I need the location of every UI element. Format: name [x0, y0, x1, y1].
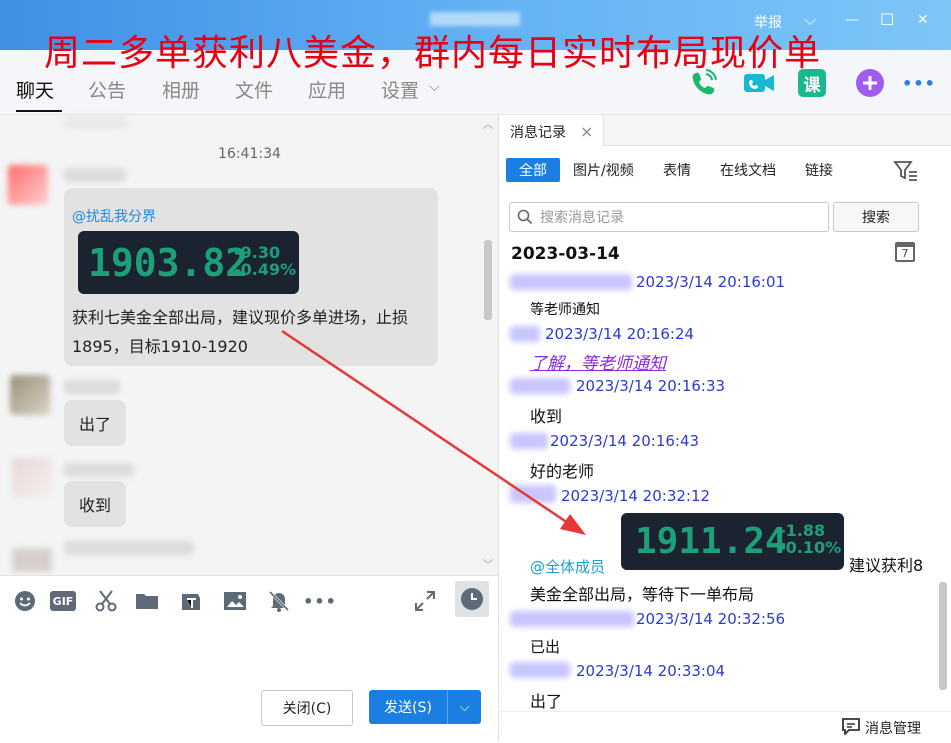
- chat-timestamp: 16:41:34: [218, 146, 281, 162]
- ticker-change: -1.88: [779, 521, 826, 540]
- entry-text: 了解，等老师通知: [530, 354, 666, 374]
- history-scrollbar[interactable]: [939, 582, 947, 690]
- filter-media[interactable]: 图片/视频: [573, 158, 634, 182]
- search-icon: [517, 209, 533, 225]
- more-tools-icon[interactable]: •••: [303, 588, 336, 614]
- filter-emoji[interactable]: 表情: [663, 158, 691, 182]
- add-app-icon[interactable]: [853, 66, 887, 100]
- sender-name-blurred: [64, 463, 134, 477]
- message-bubble[interactable]: 出了: [64, 400, 126, 446]
- avatar[interactable]: [12, 548, 52, 572]
- entry-time: 2023/3/14 20:16:33: [576, 377, 726, 395]
- teacher-text-line2: 美金全部出局，等待下一单布局: [530, 585, 755, 604]
- sender-name-blurred: [510, 274, 632, 290]
- sender-name-blurred: [510, 611, 634, 627]
- calendar-icon[interactable]: 7: [895, 242, 915, 262]
- entry-text: 已出: [530, 638, 561, 656]
- tab-chat[interactable]: 聊天: [16, 76, 54, 103]
- active-tab-underline: [16, 110, 62, 112]
- folder-icon[interactable]: [134, 588, 160, 614]
- sender-name-blurred: [510, 378, 570, 394]
- sender-name-blurred: [64, 380, 120, 394]
- history-date: 2023-03-14: [511, 244, 620, 264]
- message-text-line1: 获利七美金全部出局，建议现价多单进场，止损: [72, 308, 409, 327]
- tab-settings[interactable]: 设置: [381, 76, 419, 103]
- entry-time: 2023/3/14 20:16:01: [636, 273, 786, 291]
- avatar[interactable]: [10, 375, 50, 415]
- history-clock-icon[interactable]: [455, 581, 489, 617]
- sender-name-blurred: [510, 485, 556, 503]
- tab-announcement[interactable]: 公告: [88, 76, 126, 103]
- sender-name-blurred: [510, 662, 570, 678]
- settings-caret-icon[interactable]: ⌵: [429, 79, 440, 95]
- tab-album[interactable]: 相册: [162, 76, 200, 103]
- search-placeholder: 搜索消息记录: [540, 210, 624, 226]
- entry-time: 2023/3/14 20:32:12: [561, 487, 711, 505]
- send-button[interactable]: 发送(S): [369, 690, 447, 724]
- message-manage-icon[interactable]: [841, 717, 861, 739]
- expand-icon[interactable]: [412, 588, 438, 614]
- phone-call-icon[interactable]: [686, 66, 720, 100]
- filter-settings-icon[interactable]: [893, 160, 919, 186]
- entry-text: 等老师通知: [530, 302, 600, 318]
- screenshot-scissors-icon[interactable]: [93, 588, 119, 614]
- message-input[interactable]: [0, 625, 498, 742]
- close-window-icon[interactable]: ✕: [917, 12, 929, 28]
- chat-scrollbar[interactable]: [484, 240, 492, 320]
- avatar[interactable]: [12, 458, 52, 498]
- ticker-change-pct: -0.49%: [234, 260, 297, 279]
- send-options-dropdown[interactable]: ⌵: [447, 690, 481, 724]
- more-options-icon[interactable]: •••: [902, 66, 936, 100]
- teacher-text-inline: 建议获利8: [849, 556, 924, 575]
- ticker-change: -9.30: [234, 243, 281, 262]
- message-bubble[interactable]: 收到: [64, 481, 126, 527]
- message-manage-link[interactable]: 消息管理: [865, 718, 921, 738]
- mention-link[interactable]: @扰乱我分界: [72, 206, 156, 226]
- sender-name-blurred: [64, 541, 194, 555]
- lesson-icon[interactable]: 课: [798, 69, 826, 97]
- message-text-line2: 1895，目标1910-1920: [72, 337, 248, 356]
- video-call-icon[interactable]: [742, 66, 776, 100]
- history-search-field[interactable]: 搜索消息记录: [509, 202, 829, 232]
- gif-icon[interactable]: GIF: [50, 591, 76, 611]
- tab-files[interactable]: 文件: [235, 76, 273, 103]
- emoji-icon[interactable]: [12, 588, 38, 614]
- previous-bubble: [64, 115, 128, 129]
- filter-docs[interactable]: 在线文档: [720, 158, 776, 182]
- ticker-price: 1911.24: [635, 521, 787, 562]
- entry-text: 收到: [530, 407, 563, 426]
- pane-divider: [498, 115, 499, 742]
- gold-price-ticker: 1911.24 -1.88 -0.10%: [621, 513, 844, 570]
- entry-text: 出了: [530, 692, 563, 711]
- entry-text: 好的老师: [530, 462, 595, 481]
- gold-price-ticker: 1903.82 -9.30 -0.49%: [78, 231, 299, 294]
- filter-links[interactable]: 链接: [805, 158, 833, 182]
- sender-name-blurred: [510, 433, 548, 449]
- ticker-price: 1903.82: [88, 241, 249, 285]
- close-button[interactable]: 关闭(C): [261, 690, 353, 726]
- image-icon[interactable]: [222, 588, 248, 614]
- entry-time: 2023/3/14 20:33:04: [576, 662, 726, 680]
- search-button[interactable]: 搜索: [833, 202, 919, 232]
- sticker-icon[interactable]: [178, 588, 204, 614]
- entry-time: 2023/3/14 20:16:43: [550, 432, 700, 450]
- mention-all-link[interactable]: @全体成员: [530, 556, 605, 577]
- entry-time: 2023/3/14 20:16:24: [545, 325, 695, 343]
- entry-time: 2023/3/14 20:32:56: [636, 610, 786, 628]
- avatar[interactable]: [8, 165, 48, 205]
- ticker-change-pct: -0.10%: [779, 538, 842, 557]
- history-tab-title: 消息记录: [510, 125, 566, 141]
- sender-name-blurred: [510, 326, 540, 342]
- maximize-icon[interactable]: ☐: [880, 10, 894, 29]
- filter-all[interactable]: 全部: [506, 158, 560, 182]
- tab-apps[interactable]: 应用: [308, 76, 346, 103]
- scroll-up-icon[interactable]: ︿: [482, 115, 494, 132]
- scroll-down-icon[interactable]: ﹀: [482, 556, 494, 573]
- mute-bell-icon[interactable]: [266, 588, 292, 614]
- sender-name-blurred: [64, 168, 126, 182]
- minimize-icon[interactable]: —: [845, 12, 859, 28]
- close-tab-icon[interactable]: ×: [580, 122, 593, 141]
